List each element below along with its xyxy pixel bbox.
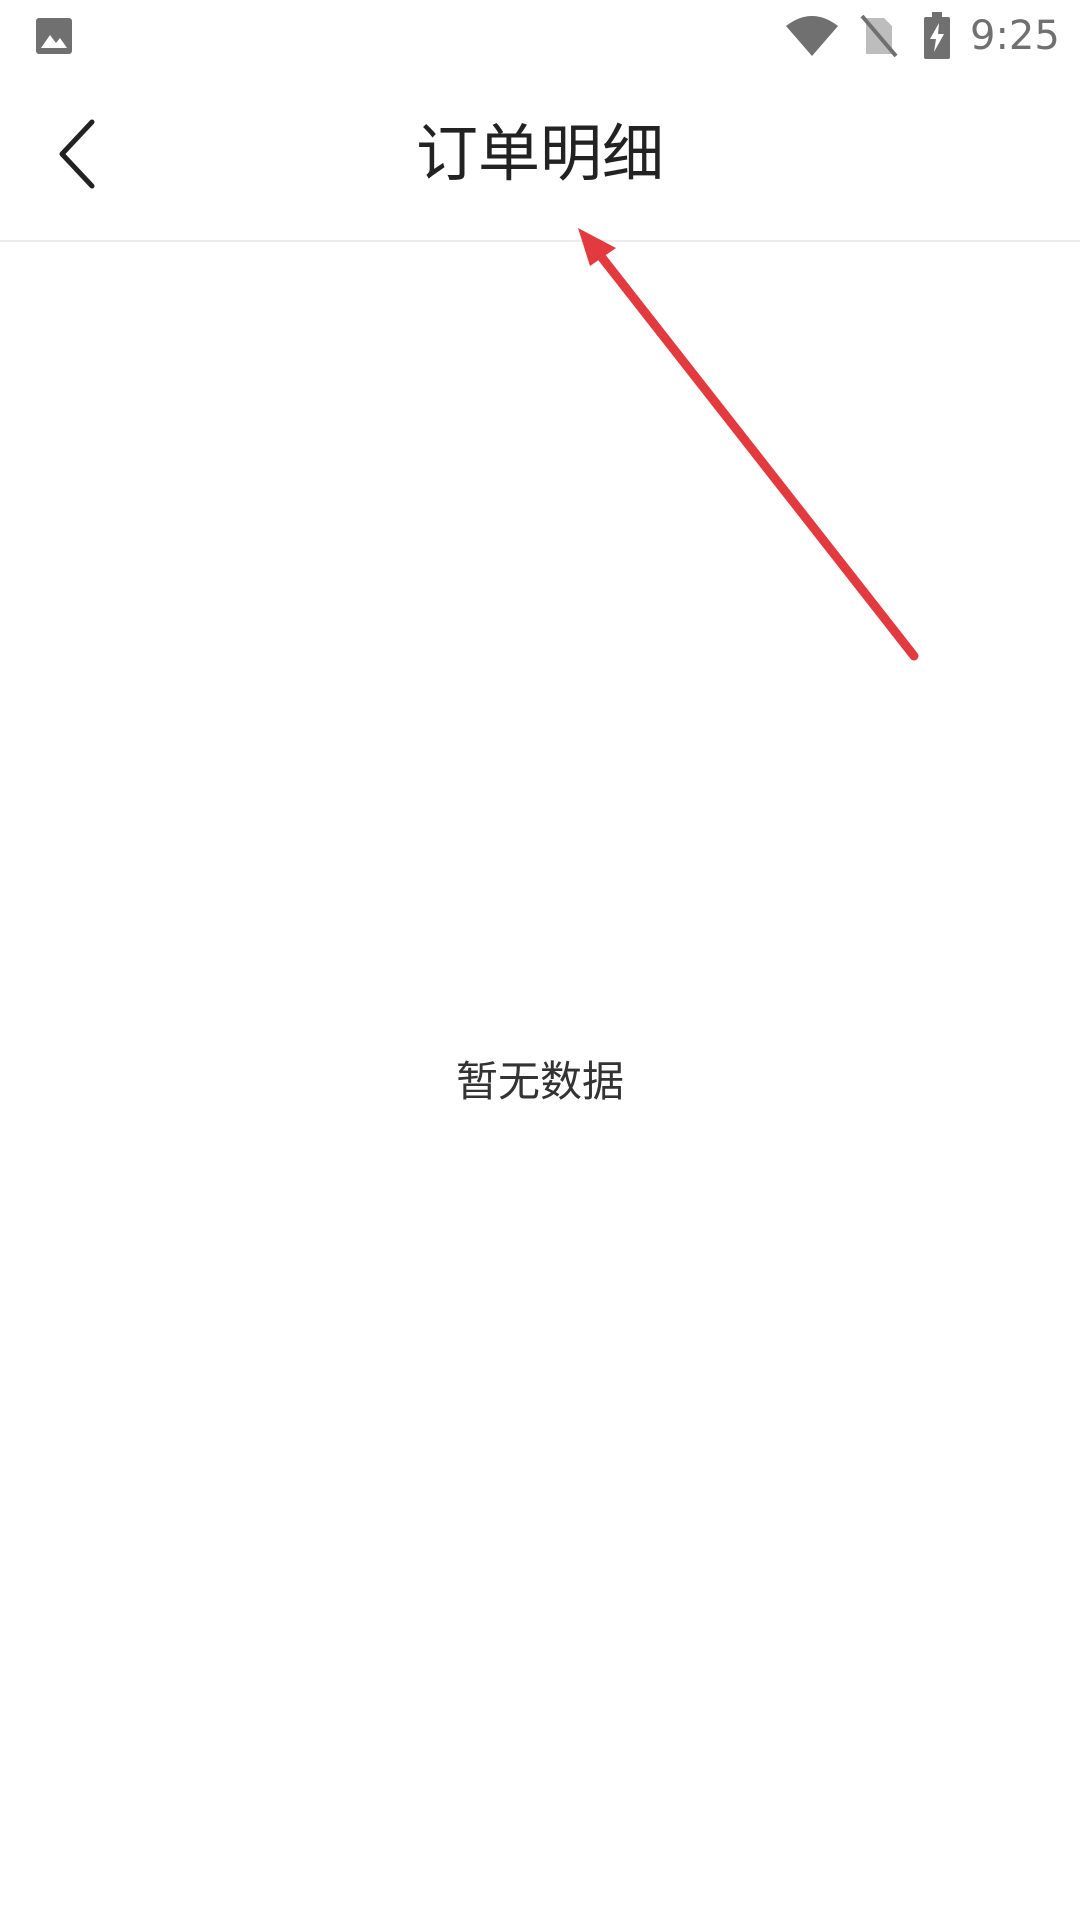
gallery-icon (36, 18, 72, 54)
sim-card-off-icon (860, 14, 898, 58)
back-button[interactable] (42, 112, 122, 196)
status-bar: 9:25 (0, 0, 1080, 74)
chevron-left-icon (59, 119, 95, 189)
empty-state-message: 暂无数据 (455, 1057, 624, 1106)
screen: 9:25 订单明细 暂无数据 (0, 0, 1080, 1920)
wifi-icon (786, 16, 838, 56)
battery-charging-icon (924, 12, 950, 59)
nav-bar: 订单明细 (0, 74, 1080, 242)
status-time: 9:25 (970, 13, 1060, 59)
order-detail-list: 暂无数据 (0, 242, 1080, 1920)
page-title: 订单明细 (415, 117, 664, 190)
